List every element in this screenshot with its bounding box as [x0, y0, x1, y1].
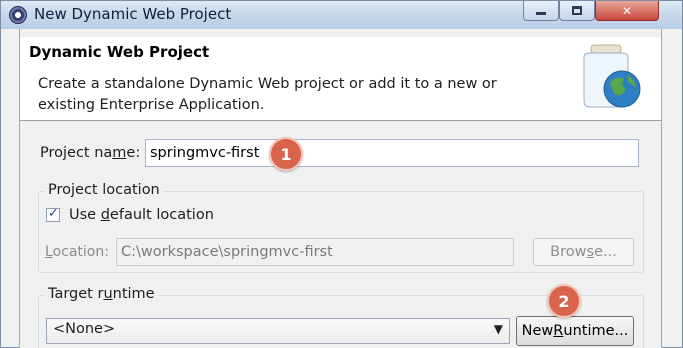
title-bar[interactable]: New Dynamic Web Project ✕ [1, 1, 682, 29]
window-title: New Dynamic Web Project [34, 5, 232, 23]
dialog-window: New Dynamic Web Project ✕ Dynamic Web Pr… [0, 0, 683, 348]
close-icon: ✕ [621, 3, 633, 18]
target-runtime-legend: Target runtime [45, 286, 158, 302]
chevron-down-icon: ▼ [493, 322, 503, 336]
minimize-icon [536, 12, 546, 15]
use-default-location-checkbox[interactable]: ✓ [46, 206, 60, 222]
banner-title: Dynamic Web Project [29, 43, 210, 61]
project-name-label: Project name: [40, 145, 141, 161]
annotation-badge-1: 1 [269, 137, 303, 171]
jar-globe-icon [583, 44, 641, 108]
maximize-icon [572, 6, 582, 15]
browse-button[interactable]: Brow s e... [533, 238, 634, 266]
minimize-button[interactable] [523, 1, 559, 21]
target-runtime-value: <None> [53, 321, 116, 337]
project-name-input[interactable] [145, 139, 639, 167]
dialog-body: Dynamic Web Project Create a standalone … [19, 29, 662, 348]
banner-description: Create a standalone Dynamic Web project … [38, 76, 497, 113]
eclipse-icon [9, 6, 27, 24]
use-default-location-label[interactable]: Use default location [69, 207, 214, 223]
close-button[interactable]: ✕ [595, 1, 659, 21]
location-label: Location: [45, 244, 109, 260]
annotation-badge-2: 2 [547, 284, 581, 318]
target-runtime-select[interactable]: <None> ▼ [46, 318, 510, 344]
maximize-button[interactable] [559, 1, 595, 21]
checkmark-icon: ✓ [48, 206, 59, 221]
project-location-group: Project location ✓ Use default location … [38, 182, 644, 273]
wizard-banner: Dynamic Web Project Create a standalone … [20, 37, 661, 121]
project-location-legend: Project location [45, 182, 163, 198]
location-input[interactable] [116, 238, 514, 266]
new-runtime-button[interactable]: New Runtime... [516, 316, 634, 346]
